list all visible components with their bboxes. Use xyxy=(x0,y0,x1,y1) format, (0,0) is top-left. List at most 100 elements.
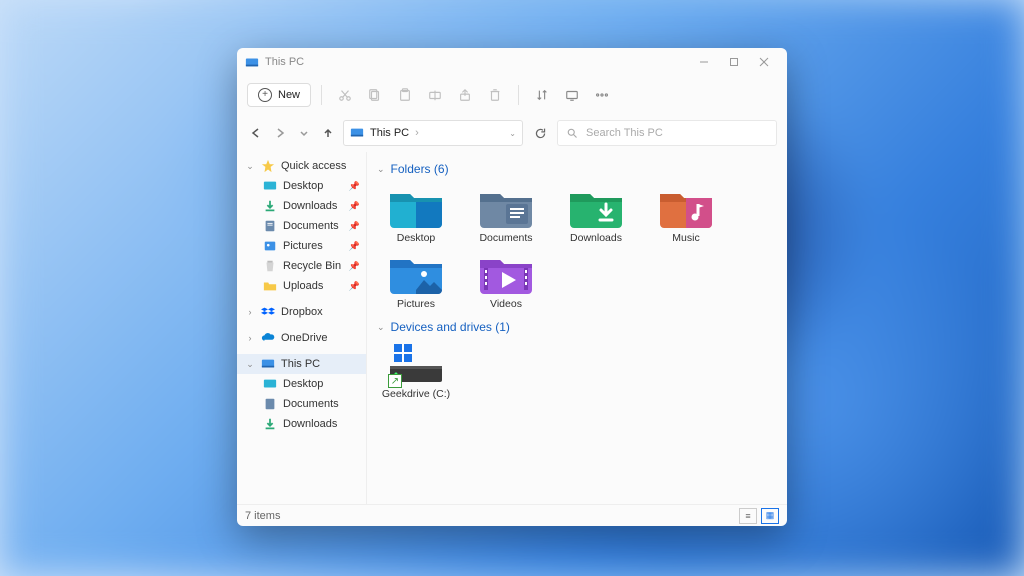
folders-grid: Desktop Documents Downloads xyxy=(377,184,777,310)
drive-icon: ↗ xyxy=(388,342,444,386)
sort-icon[interactable] xyxy=(529,82,555,108)
documents-icon xyxy=(263,219,277,233)
pc-icon xyxy=(350,126,364,140)
folder-pictures[interactable]: Pictures xyxy=(377,250,455,310)
pc-icon xyxy=(261,357,275,371)
content-area: ⌄ Folders (6) Desktop Documents xyxy=(367,152,787,504)
rename-icon[interactable] xyxy=(422,82,448,108)
sidebar-item-this-pc[interactable]: ⌄ This PC xyxy=(237,354,366,374)
navbar: This PC › ⌄ Search This PC xyxy=(237,114,787,152)
refresh-button[interactable] xyxy=(529,122,551,144)
titlebar: This PC xyxy=(237,48,787,76)
sidebar-item-dropbox[interactable]: › Dropbox xyxy=(237,302,366,322)
folders-group-header[interactable]: ⌄ Folders (6) xyxy=(377,162,777,176)
recycle-icon xyxy=(263,259,277,273)
sidebar-item-quick-access[interactable]: ⌄ Quick access xyxy=(237,156,366,176)
music-folder-icon xyxy=(658,184,714,228)
sidebar-item-downloads[interactable]: Downloads📌 xyxy=(237,196,366,216)
sidebar: ⌄ Quick access Desktop📌 Downloads📌 Docum… xyxy=(237,152,367,504)
address-location: This PC xyxy=(370,127,409,139)
sidebar-item-pc-desktop[interactable]: Desktop xyxy=(237,374,366,394)
chevron-down-icon: ⌄ xyxy=(377,164,385,175)
maximize-button[interactable] xyxy=(719,52,749,72)
recent-button[interactable] xyxy=(295,124,313,142)
documents-folder-icon xyxy=(478,184,534,228)
file-explorer-window: This PC + New This PC › ⌄ xyxy=(237,48,787,526)
sidebar-item-desktop[interactable]: Desktop📌 xyxy=(237,176,366,196)
close-button[interactable] xyxy=(749,52,779,72)
folder-icon xyxy=(263,279,277,293)
desktop-folder-icon xyxy=(388,184,444,228)
cut-icon[interactable] xyxy=(332,82,358,108)
minimize-button[interactable] xyxy=(689,52,719,72)
star-icon xyxy=(261,159,275,173)
pin-icon: 📌 xyxy=(349,281,360,292)
drives-grid: ↗ Geekdrive (C:) xyxy=(377,342,777,400)
shortcut-icon: ↗ xyxy=(388,374,402,388)
pin-icon: 📌 xyxy=(349,221,360,232)
downloads-icon xyxy=(263,199,277,213)
up-button[interactable] xyxy=(319,124,337,142)
toolbar: + New xyxy=(237,76,787,114)
dropbox-icon xyxy=(261,305,275,319)
back-button[interactable] xyxy=(247,124,265,142)
downloads-folder-icon xyxy=(568,184,624,228)
new-button-label: New xyxy=(278,89,300,101)
address-bar[interactable]: This PC › ⌄ xyxy=(343,120,523,146)
copy-icon[interactable] xyxy=(362,82,388,108)
chevron-down-icon[interactable]: ⌄ xyxy=(509,129,516,138)
item-count: 7 items xyxy=(245,510,280,522)
drives-group-header[interactable]: ⌄ Devices and drives (1) xyxy=(377,320,777,334)
folder-downloads[interactable]: Downloads xyxy=(557,184,635,244)
pictures-folder-icon xyxy=(388,250,444,294)
documents-icon xyxy=(263,397,277,411)
pin-icon: 📌 xyxy=(349,241,360,252)
forward-button[interactable] xyxy=(271,124,289,142)
sidebar-item-pictures[interactable]: Pictures📌 xyxy=(237,236,366,256)
paste-icon[interactable] xyxy=(392,82,418,108)
sidebar-item-uploads[interactable]: Uploads📌 xyxy=(237,276,366,296)
delete-icon[interactable] xyxy=(482,82,508,108)
statusbar: 7 items ≡ ▦ xyxy=(237,504,787,526)
view-icon[interactable] xyxy=(559,82,585,108)
more-icon[interactable] xyxy=(589,82,615,108)
app-icon xyxy=(245,55,259,69)
divider xyxy=(321,85,322,105)
pin-icon: 📌 xyxy=(349,201,360,212)
chevron-right-icon: › xyxy=(245,333,255,343)
chevron-down-icon: ⌄ xyxy=(245,359,255,370)
share-icon[interactable] xyxy=(452,82,478,108)
new-button[interactable]: + New xyxy=(247,83,311,107)
folder-desktop[interactable]: Desktop xyxy=(377,184,455,244)
divider xyxy=(518,85,519,105)
desktop-icon xyxy=(263,179,277,193)
chevron-right-icon: › xyxy=(245,307,255,317)
sidebar-item-onedrive[interactable]: › OneDrive xyxy=(237,328,366,348)
search-box[interactable]: Search This PC xyxy=(557,120,777,146)
sidebar-item-pc-downloads[interactable]: Downloads xyxy=(237,414,366,434)
sidebar-item-pc-documents[interactable]: Documents xyxy=(237,394,366,414)
folder-music[interactable]: Music xyxy=(647,184,725,244)
body: ⌄ Quick access Desktop📌 Downloads📌 Docum… xyxy=(237,152,787,504)
videos-folder-icon xyxy=(478,250,534,294)
downloads-icon xyxy=(263,417,277,431)
search-icon xyxy=(566,127,578,139)
sidebar-item-recycle-bin[interactable]: Recycle Bin📌 xyxy=(237,256,366,276)
drive-c[interactable]: ↗ Geekdrive (C:) xyxy=(377,342,455,400)
pictures-icon xyxy=(263,239,277,253)
pin-icon: 📌 xyxy=(349,261,360,272)
plus-icon: + xyxy=(258,88,272,102)
onedrive-icon xyxy=(261,331,275,345)
folder-documents[interactable]: Documents xyxy=(467,184,545,244)
sidebar-item-documents[interactable]: Documents📌 xyxy=(237,216,366,236)
search-placeholder: Search This PC xyxy=(586,127,663,139)
pin-icon: 📌 xyxy=(349,181,360,192)
details-view-button[interactable]: ≡ xyxy=(739,508,757,524)
address-separator: › xyxy=(415,127,419,139)
folder-videos[interactable]: Videos xyxy=(467,250,545,310)
window-title: This PC xyxy=(265,56,689,68)
chevron-down-icon: ⌄ xyxy=(245,161,255,172)
desktop-icon xyxy=(263,377,277,391)
tiles-view-button[interactable]: ▦ xyxy=(761,508,779,524)
chevron-down-icon: ⌄ xyxy=(377,322,385,333)
